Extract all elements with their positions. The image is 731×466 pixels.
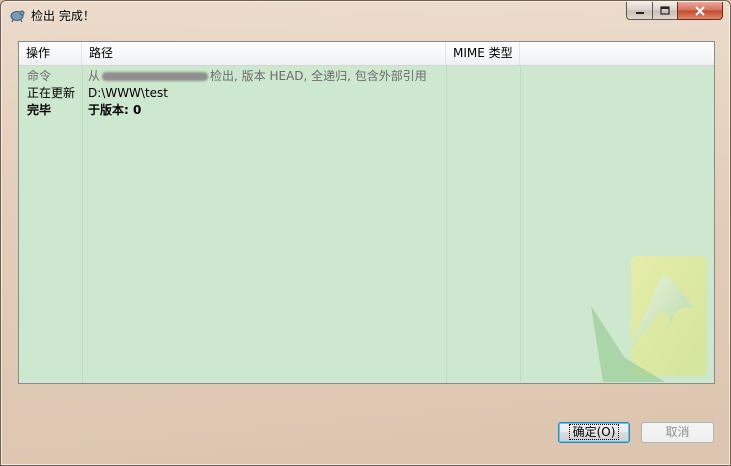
ok-button-label: 确定(O) (568, 424, 620, 440)
path-suffix: 检出, 版本 HEAD, 全递归, 包含外部引用 (210, 69, 427, 83)
checkout-log-list[interactable]: 操作 路径 MIME 类型 命令 从 检出, 版本 HEAD, 全递归, 包含外部… (18, 41, 715, 384)
column-header-mime[interactable]: MIME 类型 (446, 42, 520, 65)
path-prefix: 从 (88, 69, 101, 83)
row-action-finished: 完毕 (27, 103, 52, 117)
row-path-updating: D:\WWW\test (88, 86, 169, 100)
column-header-path[interactable]: 路径 (82, 42, 446, 65)
window-title: 检出 完成！ (31, 9, 95, 23)
row-path-finished: 于版本: 0 (88, 103, 142, 117)
title-bar[interactable]: 检出 完成！ (1, 1, 730, 29)
column-header-action[interactable]: 操作 (19, 42, 82, 65)
row-action-command: 命令 (27, 69, 52, 83)
column-divider (446, 65, 447, 383)
row-action-updating: 正在更新 (27, 86, 76, 100)
checkmark-watermark-icon (591, 256, 707, 382)
maximize-button[interactable] (652, 2, 678, 20)
cancel-button[interactable]: 取消 (641, 422, 714, 443)
column-header-empty (520, 42, 714, 65)
maximize-icon (660, 6, 670, 15)
ok-button[interactable]: 确定(O) (558, 422, 630, 443)
row-path-command: 从 检出, 版本 HEAD, 全递归, 包含外部引用 (88, 68, 427, 84)
column-divider (82, 65, 83, 383)
close-button[interactable] (677, 2, 723, 20)
column-divider (520, 65, 521, 383)
tortoisesvn-icon (9, 7, 25, 23)
close-icon (695, 5, 705, 16)
list-header: 操作 路径 MIME 类型 (19, 42, 714, 66)
minimize-icon (635, 11, 644, 14)
minimize-button[interactable] (626, 2, 653, 20)
checkout-finished-dialog: 检出 完成！ 操作 路径 MIME 类型 命令 从 检出, 版本 HEAD, 全递… (0, 0, 731, 466)
redacted-url (102, 72, 209, 81)
